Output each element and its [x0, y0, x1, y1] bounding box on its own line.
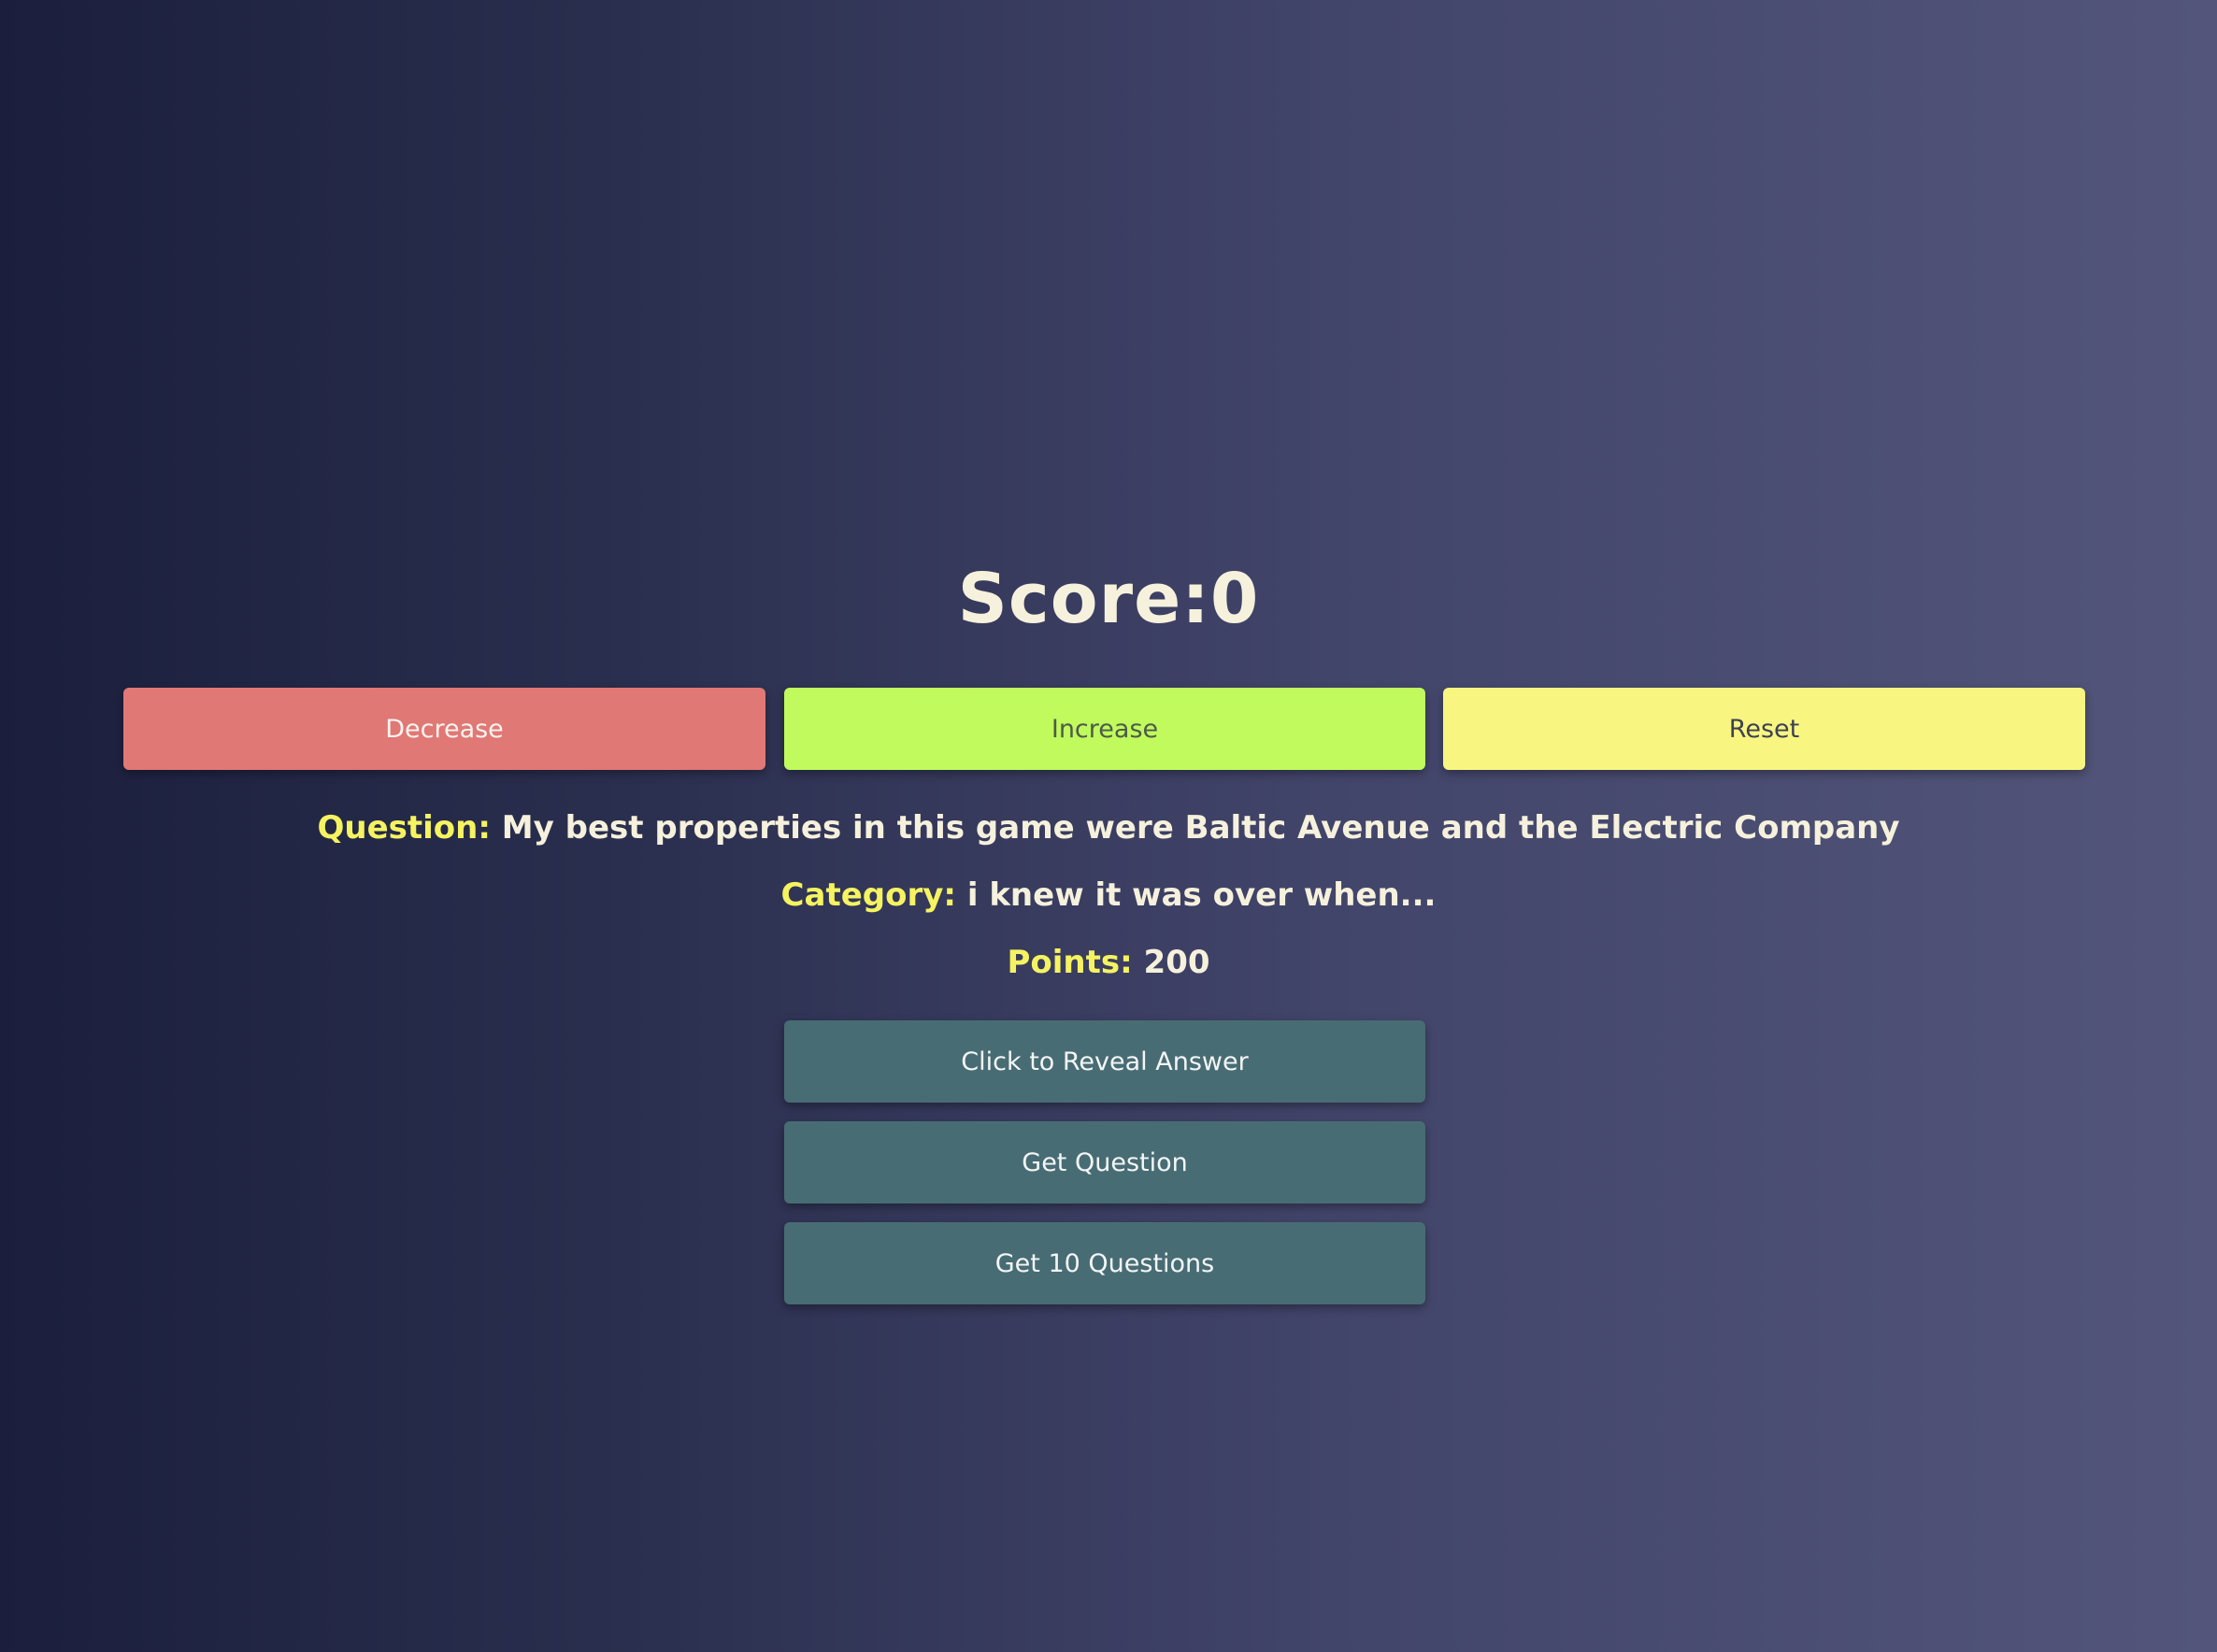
- question-label: Question:: [317, 809, 491, 847]
- points-line: Points: 200: [0, 942, 2217, 983]
- trivia-app: Score:0 Decrease Increase Reset Question…: [0, 0, 2217, 1652]
- get-question-button[interactable]: Get Question: [784, 1121, 1425, 1203]
- reset-button[interactable]: Reset: [1443, 688, 2085, 770]
- score-label: Score:: [957, 559, 1210, 639]
- score-value: 0: [1209, 559, 1260, 639]
- question-text: My best properties in this game were Bal…: [501, 809, 1900, 847]
- decrease-button[interactable]: Decrease: [123, 688, 765, 770]
- reveal-answer-button[interactable]: Click to Reveal Answer: [784, 1020, 1425, 1103]
- question-line: Question: My best properties in this gam…: [0, 807, 2217, 848]
- points-value: 200: [1143, 944, 1210, 981]
- score-display: Score:0: [0, 557, 2217, 641]
- get-ten-questions-button[interactable]: Get 10 Questions: [784, 1222, 1425, 1304]
- category-label: Category:: [780, 876, 956, 914]
- increase-button[interactable]: Increase: [784, 688, 1425, 770]
- points-label: Points:: [1007, 944, 1133, 981]
- category-line: Category: i knew it was over when...: [0, 875, 2217, 916]
- category-text: i knew it was over when...: [966, 876, 1437, 914]
